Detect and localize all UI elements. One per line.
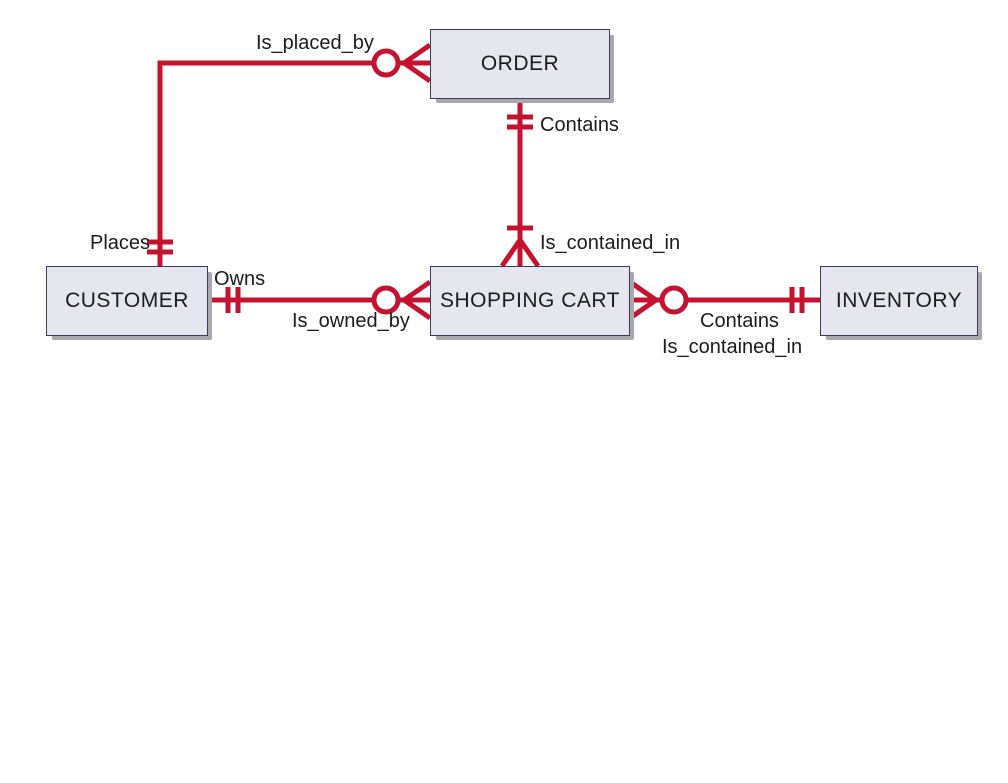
label-is-owned-by: Is_owned_by: [292, 310, 410, 333]
label-is-contained-in-1: Is_contained_in: [540, 232, 680, 255]
crowfoot: [404, 63, 430, 81]
opt-circle: [374, 51, 398, 75]
crowfoot: [404, 282, 430, 300]
label-owns: Owns: [214, 268, 265, 291]
label-is-contained-in-2: Is_contained_in: [662, 336, 802, 359]
entity-inventory: INVENTORY: [820, 266, 978, 336]
label-contains-2: Contains: [700, 310, 779, 333]
entity-order: ORDER: [430, 29, 610, 99]
entity-customer: CUSTOMER: [46, 266, 208, 336]
entity-order-label: ORDER: [481, 52, 559, 76]
label-is-placed-by: Is_placed_by: [256, 32, 374, 55]
entity-shopping-cart-label: SHOPPING CART: [440, 289, 620, 313]
label-contains-1: Contains: [540, 114, 619, 137]
entity-inventory-label: INVENTORY: [836, 289, 962, 313]
entity-customer-label: CUSTOMER: [65, 289, 189, 313]
er-diagram-canvas: CUSTOMER ORDER SHOPPING CART INVENTORY P…: [0, 0, 1008, 783]
crowfoot: [404, 45, 430, 63]
entity-shopping-cart: SHOPPING CART: [430, 266, 630, 336]
connectors-layer: [0, 0, 1008, 783]
opt-circle: [374, 288, 398, 312]
label-places: Places: [90, 232, 150, 255]
rel-customer-order-line: [160, 63, 430, 266]
crowfoot: [520, 240, 538, 266]
crowfoot: [502, 240, 520, 266]
opt-circle: [662, 288, 686, 312]
